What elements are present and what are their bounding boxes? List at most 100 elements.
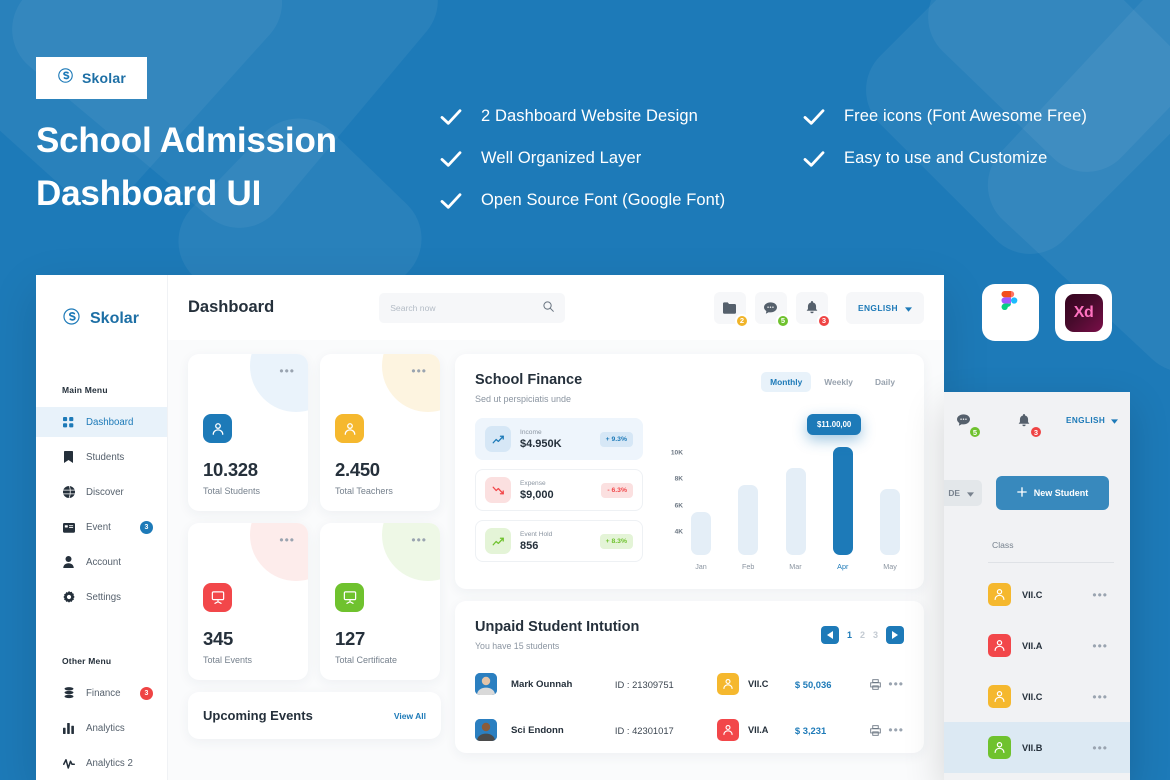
more-icon[interactable]: ••• (279, 534, 295, 546)
amount: $ 50,036 (794, 678, 832, 690)
printer-icon[interactable] (862, 724, 888, 736)
sidebar-section-label: Other Menu (62, 656, 112, 666)
add-student-label: New Student (1033, 488, 1089, 498)
more-icon[interactable]: ••• (1092, 741, 1108, 755)
sidebar-brand[interactable]: Skolar (36, 297, 167, 341)
divider (988, 562, 1114, 563)
x-tick-label: May (883, 562, 897, 571)
finance-bar-chart: $11.00,00 10K 8K 6K 4K Jan Feb Mar Apr M… (661, 414, 904, 571)
unpaid-students-panel: Unpaid Student Intution You have 15 stud… (455, 601, 924, 753)
chat-icon[interactable]: 5 (754, 291, 790, 328)
tab-weekly[interactable]: Weekly (815, 372, 862, 392)
language-selector[interactable]: ENGLISH (1066, 411, 1119, 429)
sidebar-item-account[interactable]: Account (36, 547, 167, 577)
trend-up-icon (485, 426, 511, 452)
bar-column-mar[interactable] (785, 440, 806, 555)
unpaid-subtitle: You have 15 students (475, 641, 560, 651)
decor-ring (382, 354, 440, 412)
page-title: School Admission Dashboard UI (36, 121, 337, 214)
grade-selector[interactable]: DE (944, 480, 982, 506)
table-row[interactable]: Mark Ounnah ID : 21309751 VII.C $ 50,036 (475, 661, 904, 707)
check-icon (803, 150, 825, 168)
student-name: Mark Ounnah (511, 678, 573, 690)
class-column-header: Class (992, 540, 1014, 550)
more-icon[interactable]: ••• (411, 534, 427, 546)
table-row[interactable]: Sci Endonn ID : 42301017 VII.A $ 3,231 •… (475, 707, 904, 753)
class-label: VII.C (748, 679, 769, 689)
figma-icon (998, 291, 1024, 334)
stat-card-total-teachers[interactable]: ••• 2.450 Total Teachers (320, 354, 440, 511)
metric-expense[interactable]: Expense $9,000 - 6.3% (475, 469, 643, 511)
class-label: VII.A (748, 725, 769, 735)
stat-label: Total Students (203, 486, 261, 496)
skolar-s-logo-icon (62, 307, 81, 331)
more-icon[interactable]: ••• (1092, 588, 1108, 602)
stat-card-total-events[interactable]: ••• 345 Total Events (188, 523, 308, 680)
more-icon[interactable]: ••• (1092, 639, 1108, 653)
bar-column-apr[interactable] (832, 440, 853, 555)
pagination: 1 2 3 (820, 626, 904, 644)
more-icon[interactable]: ••• (1092, 690, 1108, 704)
more-icon[interactable]: ••• (888, 723, 904, 737)
metric-change: + 8.3% (599, 533, 633, 549)
more-icon[interactable]: ••• (888, 677, 904, 691)
sidebar-item-students[interactable]: Students (36, 442, 167, 472)
list-item[interactable]: VII.C ••• (944, 671, 1130, 722)
y-tick-label: 10K (670, 449, 683, 457)
printer-icon[interactable] (862, 678, 888, 690)
sidebar-item-settings[interactable]: Settings (36, 582, 167, 612)
tab-monthly[interactable]: Monthly (761, 372, 812, 392)
stat-card-total-students[interactable]: ••• 10.328 Total Students (188, 354, 308, 511)
language-selector[interactable]: ENGLISH (845, 291, 924, 324)
sidebar-item-discover[interactable]: Discover (36, 477, 167, 507)
chevron-left-icon[interactable] (820, 626, 839, 644)
brand-logo-chip: Skolar (36, 57, 147, 99)
chevron-right-icon[interactable] (886, 626, 904, 644)
sidebar-item-dashboard[interactable]: Dashboard (36, 407, 167, 437)
sidebar: Skolar Main Menu Dashboard Students Disc… (36, 275, 168, 780)
feature-label: Well Organized Layer (481, 149, 642, 167)
metric-event-hold[interactable]: Event Hold 856 + 8.3% (475, 520, 643, 562)
list-item[interactable]: VII.C ••• (944, 569, 1130, 620)
page-1[interactable]: 1 (847, 630, 852, 640)
search-icon[interactable] (543, 299, 555, 317)
page-2[interactable]: 2 (860, 630, 865, 640)
tool-badges: Xd (982, 284, 1112, 341)
metric-income[interactable]: Income $4.950K + 9.3% (475, 418, 643, 460)
check-icon (803, 108, 825, 126)
x-tick-label: Mar (789, 562, 802, 571)
metric-text: Expense $9,000 (520, 480, 592, 501)
more-icon[interactable]: ••• (411, 365, 427, 377)
sidebar-item-label: Discover (86, 486, 124, 498)
bell-icon[interactable]: 3 (795, 291, 831, 328)
finance-heading-group: School Finance Sed ut perspiciatis unde (475, 372, 582, 404)
chat-icon[interactable]: 5 (948, 405, 982, 439)
more-icon[interactable]: ••• (279, 365, 295, 377)
sidebar-item-finance[interactable]: Finance 3 (36, 678, 167, 708)
list-item[interactable]: VII.B ••• (944, 722, 1130, 773)
search-bar[interactable]: Search now (379, 292, 566, 323)
search-input[interactable]: Search now (390, 303, 537, 313)
student-photo-avatar (475, 719, 497, 741)
bar-column-may[interactable] (880, 440, 900, 555)
tab-daily[interactable]: Daily (866, 372, 904, 392)
sidebar-badge-finance: 3 (140, 686, 153, 700)
sidebar-item-analytics[interactable]: Analytics (36, 713, 167, 743)
folder-icon[interactable]: 2 (713, 291, 749, 328)
adobe-xd-badge: Xd (1055, 284, 1112, 341)
bell-icon[interactable]: 3 (1009, 405, 1043, 439)
sidebar-item-label: Students (86, 451, 125, 463)
stat-card-total-certificate[interactable]: ••• 127 Total Certificate (320, 523, 440, 680)
page-3[interactable]: 3 (873, 630, 878, 640)
bar-column-jan[interactable] (691, 440, 711, 555)
topbar-icons: 2 5 3 ENGLISH (713, 291, 924, 328)
bar-column-feb[interactable] (738, 440, 759, 555)
metric-change: - 6.3% (601, 482, 633, 498)
sidebar-item-label: Account (86, 556, 122, 568)
sidebar-item-event[interactable]: Event 3 (36, 512, 167, 542)
add-student-button[interactable]: New Student (996, 476, 1109, 510)
sidebar-item-analytics-2[interactable]: Analytics 2 (36, 748, 167, 778)
list-item[interactable]: VII.A ••• (944, 620, 1130, 671)
view-all-link[interactable]: View All (394, 711, 426, 721)
coins-icon (62, 687, 75, 700)
